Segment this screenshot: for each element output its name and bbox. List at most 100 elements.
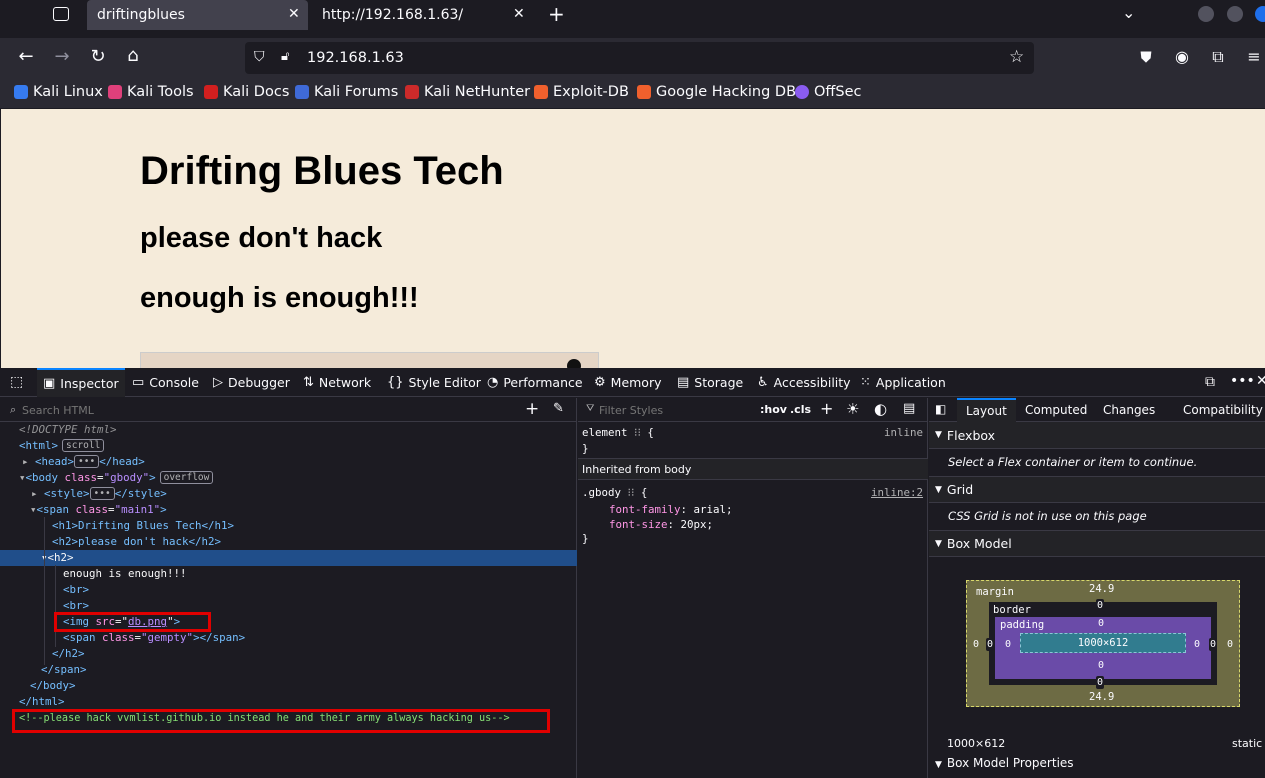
- dock-icon[interactable]: ⧉: [1205, 374, 1215, 390]
- filter-styles-input[interactable]: [599, 401, 749, 419]
- tree-body-close[interactable]: </body>: [30, 678, 76, 694]
- tree-h1[interactable]: <h1>Drifting Blues Tech</h1>: [52, 518, 234, 534]
- margin-left-value[interactable]: 0: [972, 638, 980, 651]
- tab-computed[interactable]: Computed: [1025, 403, 1087, 417]
- tree-text-node[interactable]: enough is enough!!!: [63, 566, 187, 582]
- tree-body[interactable]: ▾<body class="gbody"> overflow: [19, 470, 214, 486]
- tree-style[interactable]: ▸ <style> ••• </style>: [31, 486, 167, 502]
- close-tab-icon[interactable]: ✕: [513, 6, 525, 22]
- tab-inspector[interactable]: ▣ Inspector: [37, 368, 125, 397]
- bookmark-google-hacking-db[interactable]: Google Hacking DB: [637, 84, 796, 100]
- bookmark-kali-nethunter[interactable]: Kali NetHunter: [405, 84, 530, 100]
- bookmark-offsec[interactable]: OffSec: [795, 84, 862, 100]
- element-rule[interactable]: element ⁝⁝ {: [582, 426, 654, 439]
- tree-h2-selected[interactable]: ▾<h2>: [41, 550, 74, 566]
- bookmark-exploit-db[interactable]: Exploit-DB: [534, 84, 629, 100]
- tree-br[interactable]: <br>: [63, 582, 89, 598]
- border-right-value[interactable]: 0: [1209, 638, 1218, 651]
- new-tab-icon[interactable]: +: [548, 2, 565, 26]
- padding-top-value[interactable]: 0: [1097, 617, 1105, 630]
- dark-mode-icon[interactable]: ◐: [874, 400, 887, 418]
- tab-driftingblues[interactable]: driftingblues: [87, 0, 308, 30]
- expand-arrow-icon[interactable]: ▸: [22, 455, 29, 468]
- box-model-properties-header[interactable]: ▼ Box Model Properties: [935, 756, 1074, 770]
- eyedropper-icon[interactable]: ✎: [553, 401, 564, 416]
- margin-right-value[interactable]: 0: [1226, 638, 1234, 651]
- tree-doctype[interactable]: <!DOCTYPE html>: [19, 422, 117, 438]
- tab-storage[interactable]: ▤ Storage: [677, 368, 743, 397]
- bookmark-kali-docs[interactable]: Kali Docs: [204, 84, 289, 100]
- margin-top-value[interactable]: 24.9: [1089, 583, 1114, 595]
- element-picker-icon[interactable]: ⬚: [10, 374, 23, 390]
- collapsed-ellipsis[interactable]: •••: [89, 487, 115, 500]
- tab-changes[interactable]: Changes: [1103, 403, 1155, 417]
- padding-bottom-value[interactable]: 0: [1097, 659, 1105, 672]
- declaration-font-family[interactable]: font-family: arial;: [609, 503, 733, 516]
- declaration-font-size[interactable]: font-size: 20px;: [609, 518, 713, 531]
- tree-span-gempty[interactable]: <span class="gempty"></span>: [63, 630, 245, 646]
- url-bar[interactable]: ⛉ 🔓︎ 192.168.1.63 ☆: [245, 42, 1034, 74]
- box-model-border[interactable]: border padding 1000×612: [989, 602, 1217, 685]
- more-options-icon[interactable]: •••: [1230, 373, 1255, 389]
- tab-compatibility[interactable]: Compatibility: [1183, 403, 1263, 417]
- overflow-badge[interactable]: overflow: [159, 471, 214, 484]
- chevron-down-icon[interactable]: ⌄: [1122, 3, 1135, 22]
- border-top-value[interactable]: 0: [1096, 599, 1105, 612]
- tab-list-icon[interactable]: [53, 7, 69, 21]
- tree-span-close[interactable]: </span>: [41, 662, 87, 678]
- shield-icon[interactable]: ⛉: [254, 49, 265, 65]
- toggle-sidebar-icon[interactable]: ◧: [935, 402, 946, 416]
- forward-icon[interactable]: →: [51, 47, 73, 67]
- pocket-icon[interactable]: ⛊: [1135, 47, 1157, 67]
- grid-section-header[interactable]: ▼ Grid: [929, 476, 1265, 503]
- maximize-button[interactable]: [1227, 6, 1243, 22]
- tab-ip[interactable]: http://192.168.1.63/: [310, 0, 540, 30]
- margin-bottom-value[interactable]: 24.9: [1089, 691, 1114, 703]
- gbody-rule[interactable]: .gbody ⁝⁝ {: [582, 486, 647, 499]
- cls-button[interactable]: .cls: [790, 403, 811, 416]
- minimize-button[interactable]: [1198, 6, 1214, 22]
- padding-right-value[interactable]: 0: [1193, 638, 1201, 651]
- close-devtools-icon[interactable]: ✕: [1256, 373, 1265, 389]
- padding-left-value[interactable]: 0: [1004, 638, 1012, 651]
- light-mode-icon[interactable]: ☀: [846, 400, 859, 418]
- border-bottom-value[interactable]: 0: [1096, 676, 1105, 689]
- bookmark-kali-tools[interactable]: Kali Tools: [108, 84, 194, 100]
- url-text[interactable]: 192.168.1.63: [307, 50, 404, 66]
- tree-head[interactable]: ▸ <head> ••• </head>: [22, 454, 145, 470]
- home-icon[interactable]: ⌂: [122, 46, 144, 66]
- tree-h2-close[interactable]: </h2>: [52, 646, 85, 662]
- boxmodel-section-header[interactable]: ▼ Box Model: [929, 530, 1265, 557]
- bookmark-star-icon[interactable]: ☆: [1009, 47, 1024, 67]
- tab-layout[interactable]: Layout: [957, 398, 1016, 422]
- tab-application[interactable]: ⁙ Application: [860, 368, 946, 397]
- add-node-icon[interactable]: +: [525, 399, 539, 419]
- tab-debugger[interactable]: ▷ Debugger: [213, 368, 290, 397]
- tree-html[interactable]: <html> scroll: [19, 438, 105, 454]
- tree-html-close[interactable]: </html>: [19, 694, 65, 710]
- collapsed-ellipsis[interactable]: •••: [74, 455, 100, 468]
- expand-arrow-icon[interactable]: ▸: [31, 487, 38, 500]
- close-window-button[interactable]: [1255, 6, 1265, 22]
- scroll-badge[interactable]: scroll: [62, 439, 105, 452]
- print-media-icon[interactable]: ▤: [903, 401, 915, 416]
- tab-network[interactable]: ⇅ Network: [303, 368, 371, 397]
- bookmark-kali-linux[interactable]: Kali Linux: [14, 84, 103, 100]
- hov-button[interactable]: :hov: [760, 403, 787, 416]
- menu-icon[interactable]: ≡: [1243, 47, 1265, 67]
- search-html-input[interactable]: [22, 401, 502, 419]
- tab-performance[interactable]: ◔ Performance: [487, 368, 583, 397]
- tree-h2[interactable]: <h2>please don't hack</h2>: [52, 534, 221, 550]
- back-icon[interactable]: ←: [15, 47, 37, 67]
- gbody-rule-source[interactable]: inline:2: [871, 486, 923, 499]
- add-rule-icon[interactable]: +: [820, 399, 833, 418]
- tab-memory[interactable]: ⚙ Memory: [594, 368, 662, 397]
- element-rule-source[interactable]: inline: [884, 426, 923, 439]
- tab-style-editor[interactable]: {} Style Editor: [387, 368, 481, 397]
- box-model-content[interactable]: 1000×612: [1020, 633, 1186, 653]
- border-left-value[interactable]: 0: [986, 638, 995, 651]
- account-icon[interactable]: ◉: [1171, 47, 1193, 67]
- tab-console[interactable]: ▭ Console: [132, 368, 199, 397]
- tab-accessibility[interactable]: ♿︎ Accessibility: [757, 368, 851, 397]
- tree-span-main1[interactable]: ▾<span class="main1">: [30, 502, 167, 518]
